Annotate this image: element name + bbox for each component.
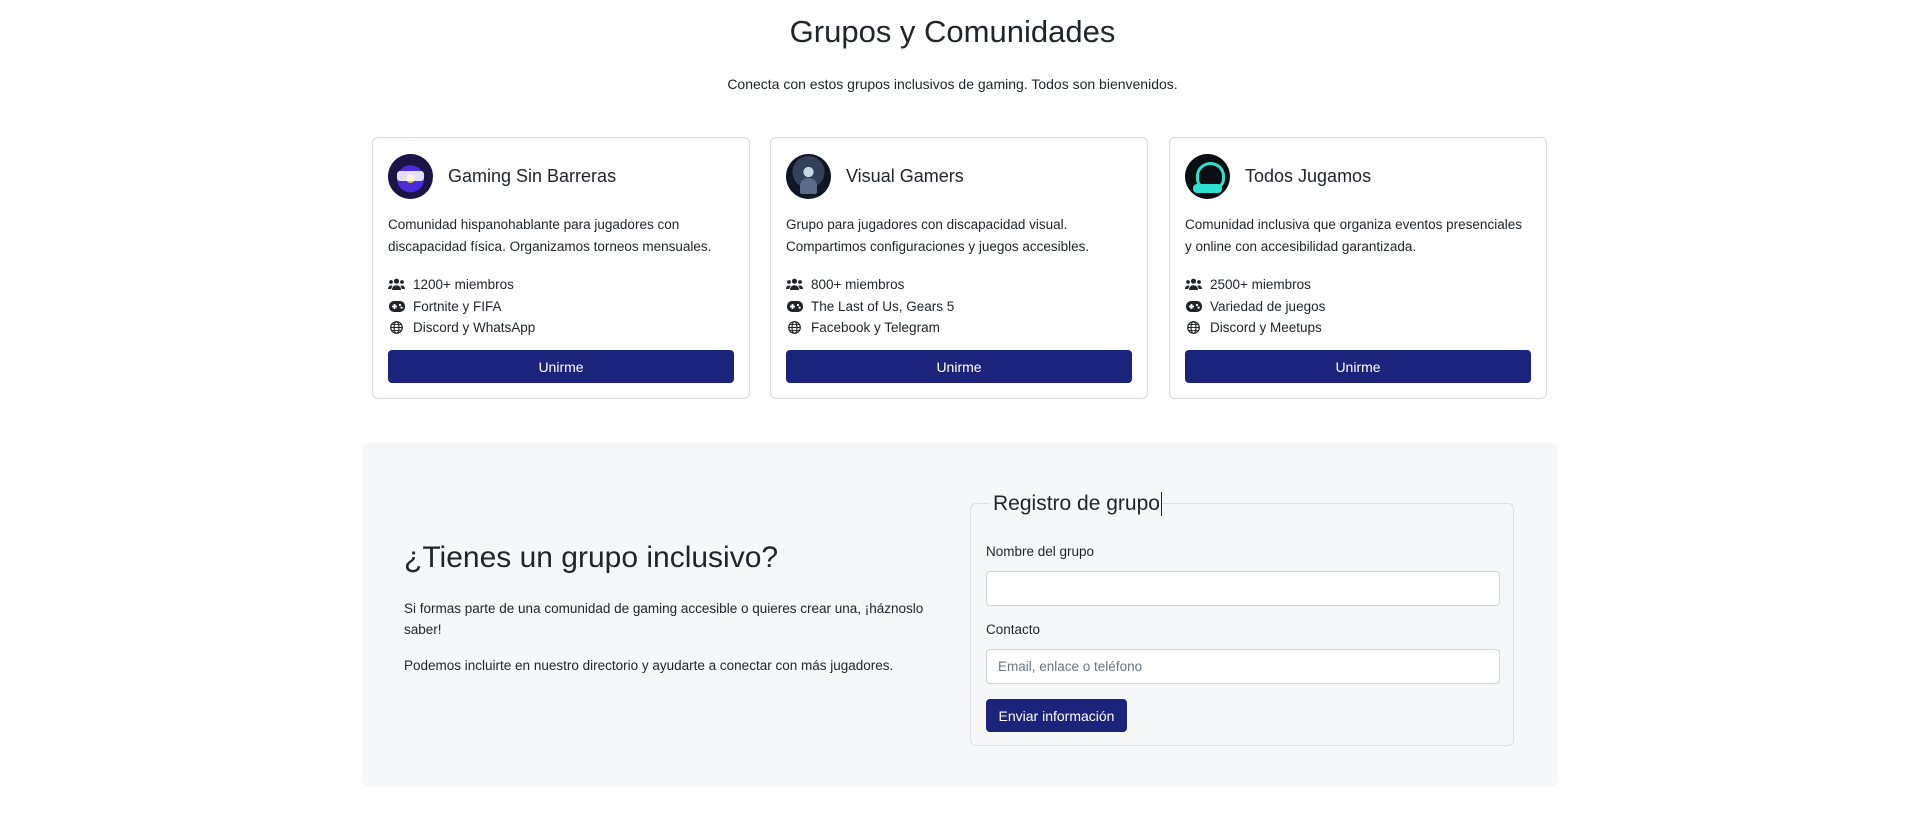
group-platforms: Discord y WhatsApp <box>388 317 734 339</box>
group-meta: 1200+ miembros Fortnite y FIFA Discord y… <box>388 274 734 339</box>
signup-title: ¿Tienes un grupo inclusivo? <box>404 541 779 574</box>
group-platforms: Facebook y Telegram <box>786 317 1132 339</box>
globe-icon <box>786 321 803 335</box>
gamepad-icon <box>1185 299 1202 313</box>
group-avatar <box>786 153 831 199</box>
gamepad-icon <box>786 299 803 313</box>
users-icon <box>786 278 803 292</box>
page-subtitle: Conecta con estos grupos inclusivos de g… <box>727 76 1178 92</box>
group-card: Gaming Sin Barreras Comunidad hispanohab… <box>372 137 750 399</box>
text-caret <box>1160 492 1162 516</box>
contact-input[interactable] <box>986 649 1500 684</box>
group-cards: Gaming Sin Barreras Comunidad hispanohab… <box>372 137 1547 399</box>
globe-icon <box>1185 321 1202 335</box>
group-games: Fortnite y FIFA <box>388 296 734 318</box>
group-card: Todos Jugamos Comunidad inclusiva que or… <box>1169 137 1547 399</box>
submit-button[interactable]: Enviar información <box>986 699 1127 732</box>
group-card-header: Visual Gamers <box>786 153 1132 199</box>
group-registration-form: Registro de grupo Nombre del grupo Conta… <box>970 492 1514 746</box>
signup-paragraph: Podemos incluirte en nuestro directorio … <box>404 658 894 673</box>
gamepad-icon <box>388 299 405 313</box>
platforms-list: Discord y Meetups <box>1210 320 1322 336</box>
group-name-input[interactable] <box>986 571 1500 606</box>
signup-paragraph: Si formas parte de una comunidad de gami… <box>404 601 924 637</box>
form-legend: Registro de grupo <box>989 492 1162 516</box>
group-description: Comunidad hispanohablante para jugadores… <box>388 217 712 254</box>
group-description: Grupo para jugadores con discapacidad vi… <box>786 217 1090 254</box>
members-count: 1200+ miembros <box>413 277 514 293</box>
contact-label: Contacto <box>986 622 1041 637</box>
group-meta: 800+ miembros The Last of Us, Gears 5 Fa… <box>786 274 1132 339</box>
group-name-label: Nombre del grupo <box>986 544 1095 559</box>
group-name: Todos Jugamos <box>1245 165 1372 186</box>
group-members: 2500+ miembros <box>1185 274 1531 296</box>
users-icon <box>388 278 405 292</box>
group-avatar <box>1185 153 1230 199</box>
form-legend-text: Registro de grupo <box>993 492 1160 515</box>
group-card: Visual Gamers Grupo para jugadores con d… <box>770 137 1148 399</box>
platforms-list: Discord y WhatsApp <box>413 320 536 336</box>
users-icon <box>1185 278 1202 292</box>
group-games: Variedad de juegos <box>1185 296 1531 318</box>
group-meta: 2500+ miembros Variedad de juegos Discor… <box>1185 274 1531 339</box>
games-list: Fortnite y FIFA <box>413 298 502 314</box>
join-button[interactable]: Unirme <box>1185 350 1531 383</box>
group-name: Gaming Sin Barreras <box>448 165 617 186</box>
games-list: The Last of Us, Gears 5 <box>811 298 955 314</box>
group-members: 1200+ miembros <box>388 274 734 296</box>
group-name: Visual Gamers <box>846 165 964 186</box>
group-card-header: Gaming Sin Barreras <box>388 153 734 199</box>
group-avatar <box>388 153 433 199</box>
group-games: The Last of Us, Gears 5 <box>786 296 1132 318</box>
group-description: Comunidad inclusiva que organiza eventos… <box>1185 217 1522 254</box>
group-platforms: Discord y Meetups <box>1185 317 1531 339</box>
signup-section: ¿Tienes un grupo inclusivo? Si formas pa… <box>362 443 1558 786</box>
group-card-header: Todos Jugamos <box>1185 153 1531 199</box>
page-title: Grupos y Comunidades <box>789 14 1116 49</box>
join-button[interactable]: Unirme <box>388 350 734 383</box>
join-button[interactable]: Unirme <box>786 350 1132 383</box>
group-members: 800+ miembros <box>786 274 1132 296</box>
platforms-list: Facebook y Telegram <box>811 320 940 336</box>
games-list: Variedad de juegos <box>1210 298 1326 314</box>
members-count: 800+ miembros <box>811 277 905 293</box>
members-count: 2500+ miembros <box>1210 277 1311 293</box>
globe-icon <box>388 321 405 335</box>
